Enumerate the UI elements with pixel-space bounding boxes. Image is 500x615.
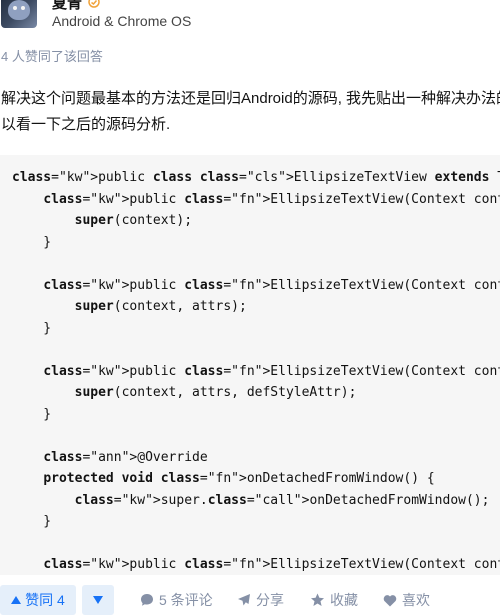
comments-button[interactable]: 5 条评论 bbox=[140, 585, 213, 615]
heart-icon bbox=[383, 594, 397, 606]
code-line: ​ bbox=[12, 253, 500, 275]
downvote-button[interactable] bbox=[82, 585, 114, 615]
upvote-label: 赞同 4 bbox=[25, 592, 65, 608]
code-block: class="kw">public class class="cls">Elli… bbox=[0, 155, 500, 575]
paper-plane-icon bbox=[238, 594, 250, 606]
code-line: class="kw">public class="fn">EllipsizeTe… bbox=[43, 363, 500, 379]
code-line: class="kw">public class class="cls">Elli… bbox=[12, 170, 500, 185]
code-line: ​ bbox=[12, 533, 500, 555]
author-headline: Android & Chrome OS bbox=[52, 13, 192, 29]
code-line: } bbox=[12, 320, 52, 336]
like-button[interactable]: 喜欢 bbox=[383, 585, 430, 615]
share-button[interactable]: 分享 bbox=[237, 585, 284, 615]
code-line: ​ bbox=[12, 339, 500, 361]
star-icon bbox=[311, 593, 324, 606]
code-line: class="kw">public class="fn">EllipsizeTe… bbox=[43, 277, 500, 293]
code-line: class="ann">@Override bbox=[43, 449, 208, 465]
code-line: } bbox=[12, 406, 52, 422]
answer-paragraph: 解决这个问题最基本的方法还是回归Android的源码, 我先贴出一种解决办法的 … bbox=[1, 86, 500, 138]
code-line: } bbox=[12, 234, 52, 250]
action-bar: 赞同 4 5 条评论 分享 收藏 喜欢 bbox=[0, 583, 500, 615]
comments-label: 5 条评论 bbox=[159, 592, 213, 608]
code-line: ​ bbox=[12, 425, 500, 447]
share-label: 分享 bbox=[256, 592, 284, 608]
code-line: super(context, attrs, defStyleAttr); bbox=[74, 385, 357, 400]
like-label: 喜欢 bbox=[402, 592, 430, 608]
code-line: class="kw">super.class="call">onDetached… bbox=[74, 492, 490, 508]
triangle-down-icon bbox=[93, 596, 103, 604]
author-avatar[interactable] bbox=[1, 0, 37, 28]
code-line: protected void class="fn">onDetachedFrom… bbox=[43, 471, 435, 486]
code-line: super(context, attrs); bbox=[74, 299, 247, 314]
paragraph-line: 解决这个问题最基本的方法还是回归Android的源码, 我先贴出一种解决办法的 bbox=[1, 90, 500, 107]
code-line: super(context); bbox=[74, 213, 193, 228]
code-line: class="kw">public class="fn">EllipsizeTe… bbox=[43, 191, 500, 207]
triangle-up-icon bbox=[11, 596, 22, 604]
comment-icon bbox=[141, 594, 153, 606]
code-line: } bbox=[12, 514, 52, 529]
author-name[interactable]: 夏青 bbox=[52, 0, 82, 13]
code-content: class="kw">public class class="cls">Elli… bbox=[12, 167, 500, 575]
author-header: 夏青 Android & Chrome OS bbox=[0, 0, 500, 40]
collect-label: 收藏 bbox=[330, 592, 358, 608]
upvote-button[interactable]: 赞同 4 bbox=[0, 585, 76, 615]
collect-button[interactable]: 收藏 bbox=[310, 585, 358, 615]
code-line: class="kw">public class="fn">EllipsizeTe… bbox=[43, 557, 500, 572]
badge-icon bbox=[88, 0, 100, 8]
voters-note[interactable]: 4 人赞同了该回答 bbox=[1, 46, 103, 65]
paragraph-line: 以看一下之后的源码分析. bbox=[1, 116, 171, 133]
